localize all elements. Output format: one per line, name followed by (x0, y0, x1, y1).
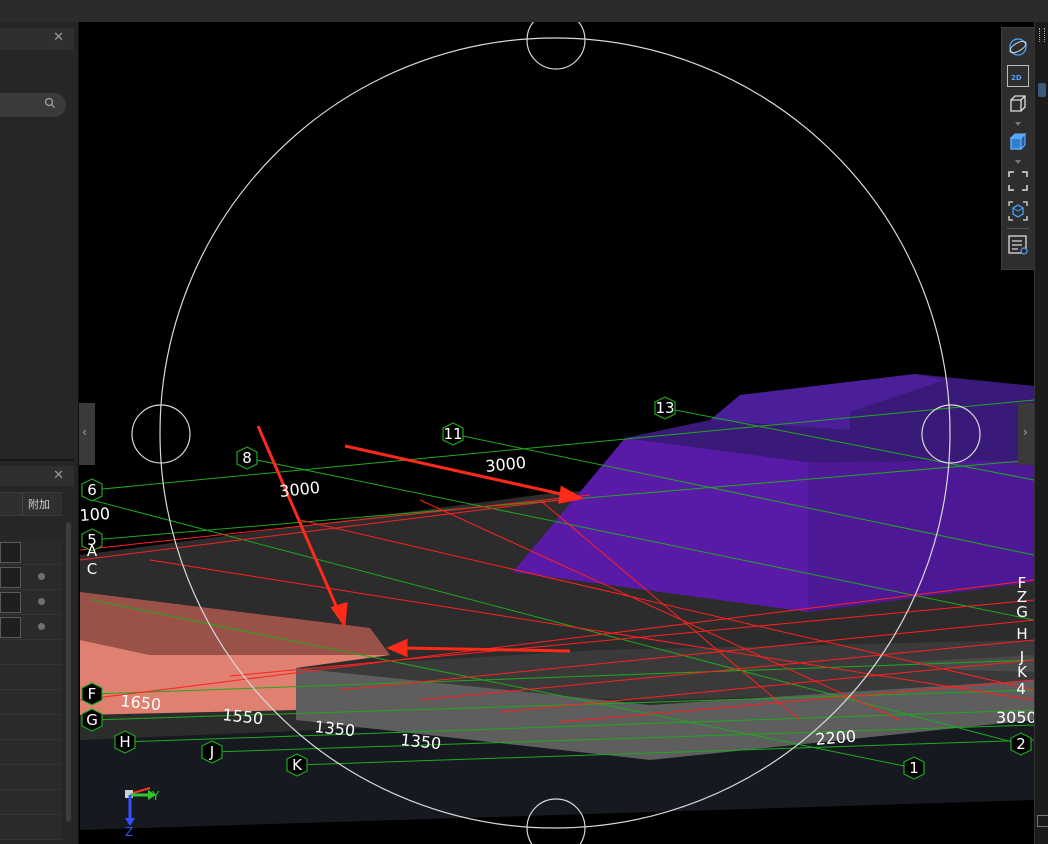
isolate-icon[interactable] (1007, 200, 1029, 222)
title-bar (0, 0, 1048, 23)
axis-label-y: Y (151, 789, 160, 803)
panel-tab-icon[interactable] (1038, 83, 1046, 97)
value-input[interactable] (0, 542, 21, 563)
grid-label-13: 13 (655, 399, 674, 417)
properties-icon[interactable] (1007, 234, 1029, 256)
left-panel-tab-bar: ✕ (0, 28, 74, 50)
dropdown-arrow-icon[interactable] (1015, 122, 1021, 126)
checkbox[interactable] (1037, 815, 1048, 827)
view-toolbar: 2D (1001, 27, 1036, 270)
scrollbar[interactable] (66, 522, 71, 822)
grid-label-g: G (86, 711, 98, 729)
search-icon[interactable] (44, 97, 56, 109)
table-row[interactable] (0, 765, 62, 790)
grid-label-a: A (87, 542, 98, 560)
grid-label-f: F (88, 685, 97, 703)
dimension-label: 100 (79, 504, 111, 525)
grid-label-2: 2 (1016, 735, 1026, 753)
table-row[interactable] (0, 540, 62, 565)
grid-label-k-right: K (1017, 663, 1028, 681)
fit-view-icon[interactable] (1007, 170, 1029, 192)
dimension-label: 3000 (278, 478, 320, 501)
grid-label-c: C (87, 560, 97, 578)
grid-label-4: 4 (1016, 680, 1026, 698)
toolbar-divider (1007, 228, 1029, 229)
grid-label-11: 11 (443, 425, 462, 443)
perspective-cube-icon[interactable] (1007, 131, 1029, 153)
table-row[interactable] (0, 715, 62, 740)
column-header-attach[interactable]: 附加 (28, 496, 50, 512)
table-row[interactable] (0, 790, 62, 815)
left-panel-top: ✕ (0, 22, 78, 458)
properties-tab-bar: ✕ (0, 466, 74, 486)
value-input[interactable] (0, 567, 21, 588)
close-icon[interactable]: ✕ (53, 468, 64, 483)
grid-label-g-right: G (1016, 603, 1028, 621)
orbit-icon[interactable] (1007, 36, 1029, 58)
right-panel-toggle[interactable]: › (1018, 403, 1034, 465)
search-input[interactable] (0, 93, 66, 117)
grid-label-6: 6 (87, 481, 97, 499)
scene-canvas[interactable]: 6 5 A C 8 11 13 1 2 4 F G H J K F Z G H … (79, 22, 1034, 844)
dimension-label: 3000 (484, 453, 526, 476)
close-icon[interactable]: ✕ (53, 30, 64, 45)
grid-label-k: K (292, 756, 303, 774)
table-row[interactable] (0, 565, 62, 590)
axis-label-z: Z (125, 825, 133, 839)
grid-label-h-right: H (1016, 625, 1027, 643)
chevron-right-icon: › (1023, 425, 1028, 439)
radio-button[interactable] (38, 623, 45, 630)
grid-label-h: H (119, 733, 130, 751)
dimension-label: 3050 (996, 708, 1034, 727)
table-row[interactable] (0, 665, 62, 690)
table-row[interactable] (0, 640, 62, 665)
chevron-left-icon: ‹ (82, 425, 87, 439)
left-panel-toggle[interactable]: ‹ (79, 403, 95, 465)
view-2d-label: 2D (1011, 74, 1022, 82)
grip-handle-icon[interactable] (1039, 28, 1045, 42)
table-row[interactable] (0, 590, 62, 615)
view-2d-button[interactable]: 2D (1007, 65, 1029, 87)
radio-button[interactable] (38, 598, 45, 605)
value-input[interactable] (0, 617, 21, 638)
value-input[interactable] (0, 592, 21, 613)
column-divider[interactable] (22, 493, 23, 515)
dimension-label: 2200 (815, 727, 857, 749)
3d-viewport[interactable]: 6 5 A C 8 11 13 1 2 4 F G H J K F Z G H … (79, 22, 1034, 844)
table-row[interactable] (0, 615, 62, 640)
grid-label-1: 1 (909, 759, 919, 777)
table-row[interactable] (0, 690, 62, 715)
left-panel: ✕ ✕ 附加 (0, 22, 79, 844)
properties-table-header: 附加 (0, 492, 62, 516)
grid-label-j: J (209, 743, 214, 761)
table-row[interactable] (0, 815, 62, 840)
properties-panel: ✕ 附加 (0, 462, 74, 844)
orbit-handle-top[interactable] (526, 22, 586, 70)
view-3d-icon[interactable] (1007, 93, 1029, 115)
table-row[interactable] (0, 740, 62, 765)
radio-button[interactable] (38, 573, 45, 580)
dropdown-arrow-icon[interactable] (1015, 160, 1021, 164)
right-panel-strip (1034, 22, 1048, 844)
panel-splitter[interactable] (0, 459, 74, 461)
grid-label-8: 8 (242, 449, 252, 467)
